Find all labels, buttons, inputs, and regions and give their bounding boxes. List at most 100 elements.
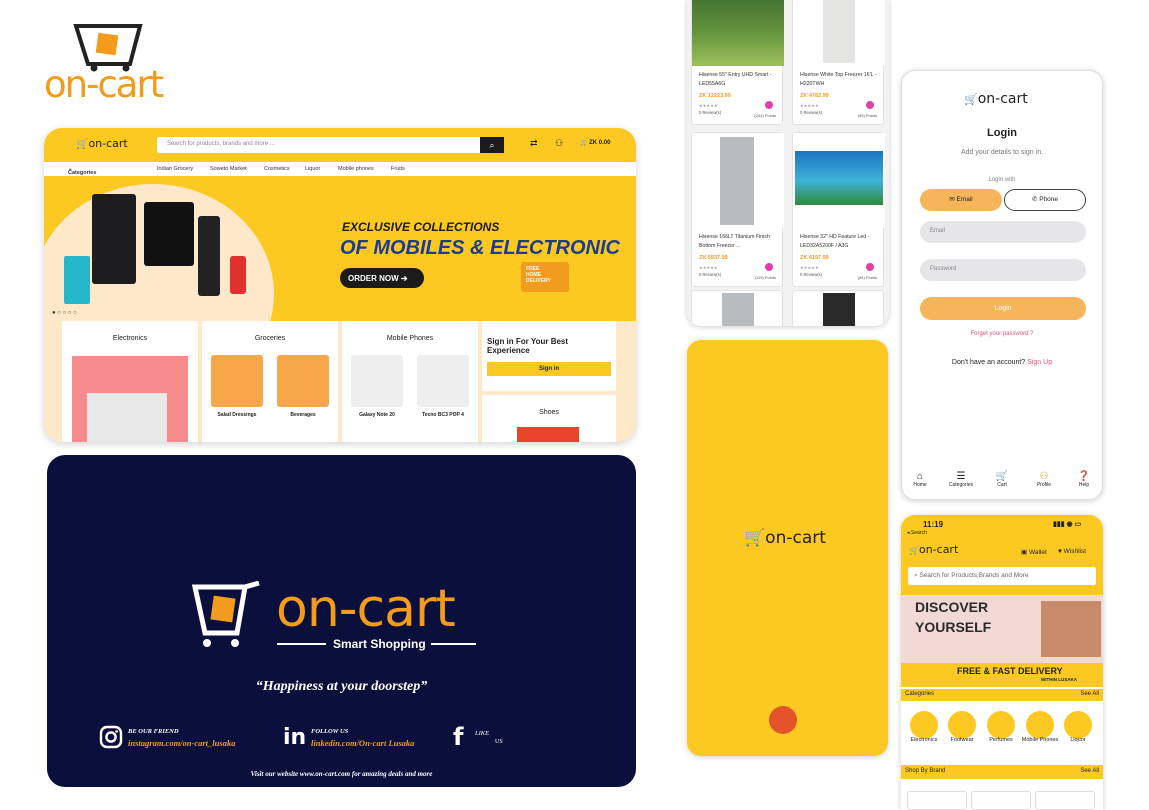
facebook-sub: US	[495, 739, 503, 745]
tile-title: Mobile Phones	[386, 335, 434, 342]
tile-title: Groceries	[254, 335, 286, 342]
search-icon: ⌕	[914, 572, 918, 579]
category-label: Footwear	[950, 737, 974, 743]
wallet-button[interactable]: ▣ Wallet	[1021, 548, 1047, 556]
search-icon[interactable]: ⌕	[480, 137, 504, 153]
brand-header: Shop By Brand See All	[901, 765, 1103, 779]
signup-row: Don't have an account? Sign Up	[902, 359, 1102, 366]
category-liquor-icon[interactable]	[1064, 711, 1092, 739]
home-phone: 11:19 ▮▮▮ ◉ ▭ ◂ Search 🛒on-cart ▣ Wallet…	[901, 515, 1103, 810]
product-name: Hisense 166LT Titanium Finish Bottom Fre…	[699, 234, 770, 249]
tile-title: Electronics	[112, 335, 148, 342]
email-tab[interactable]: ✉ Email	[920, 189, 1002, 211]
product-card[interactable]: Hisense White Top Freezer 16'L - H220TWH…	[792, 0, 885, 125]
footer-quote: “Happiness at your doorstep”	[255, 679, 428, 694]
user-icon[interactable]: ⚇	[555, 138, 563, 149]
cart-button[interactable]: 🛒 ZK 0.00	[580, 139, 610, 146]
password-field[interactable]: Password	[920, 259, 1086, 281]
product-card[interactable]	[792, 290, 884, 326]
product-reviews: 0 Review(s)	[699, 110, 722, 115]
cart-icon: 🛒	[909, 546, 919, 555]
brand-logo-tile[interactable]	[907, 791, 967, 810]
wishlist-button[interactable]: ♥ Wishlist	[1058, 548, 1086, 555]
phone-tab[interactable]: ✆ Phone	[1004, 189, 1086, 211]
login-logo: 🛒on-cart	[964, 91, 1028, 107]
facebook-title: LIKE	[475, 730, 490, 737]
product-rating: ★★★★★	[699, 103, 718, 108]
web-search-input[interactable]: Search for products, brands and more ...…	[157, 137, 504, 153]
product-price: ZK 12223.99	[699, 93, 731, 99]
footer-website[interactable]: Visit our website www.on-cart.com for am…	[47, 770, 636, 778]
heart-icon: ♥	[1058, 548, 1062, 555]
product-reviews: 0 Review(s)	[800, 110, 823, 115]
carousel-dots[interactable]: ● ○ ○ ○ ○	[52, 310, 77, 316]
see-all-link[interactable]: See All	[1080, 691, 1099, 697]
product-reviews: 0 Review(s)	[699, 272, 722, 277]
tab-cart[interactable]: 🛒 Cart	[992, 471, 1012, 488]
bottom-tab-bar: ⌂ Home ☰ Categories 🛒 Cart ⚇ Profile ❓ Help	[902, 469, 1102, 499]
status-time: 11:19	[923, 520, 944, 529]
web-header: 🛒on-cart Search for products, brands and…	[44, 128, 636, 162]
hero-line1: EXCLUSIVE COLLECTIONS	[342, 220, 500, 234]
facebook-icon: f	[453, 723, 464, 751]
email-field[interactable]: Email	[920, 221, 1086, 243]
login-button[interactable]: Login	[920, 297, 1086, 320]
tile-mobile-phones[interactable]: Mobile Phones Galaxy Note 20 Tecno BC3 P…	[342, 321, 478, 442]
tab-home[interactable]: ⌂ Home	[910, 471, 930, 488]
forgot-password-link[interactable]: Forget your password ?	[902, 331, 1102, 337]
product-price: ZK 4197.99	[800, 255, 829, 261]
nav-soweto-market[interactable]: Soweto Market	[210, 166, 247, 172]
speaker-image	[198, 216, 220, 296]
list-icon: ☰	[956, 471, 966, 482]
tab-profile[interactable]: ⚇ Profile	[1032, 471, 1056, 488]
tile-groceries[interactable]: Groceries Salad Dressings Beverages	[202, 321, 338, 442]
brand-logo-tile[interactable]	[971, 791, 1031, 810]
order-now-button[interactable]: ORDER NOW ➔	[340, 268, 424, 288]
category-mobile-icon[interactable]	[1026, 711, 1054, 739]
tab-categories[interactable]: ☰ Categories	[947, 471, 975, 488]
product-image	[793, 0, 885, 66]
tagline-line	[277, 643, 326, 645]
delivery-subtext: WITHIN LUSAKA	[1041, 677, 1077, 682]
galaxy-note-image	[351, 355, 403, 407]
nav-indian-grocery[interactable]: Indian Grocery	[157, 166, 193, 172]
signin-button[interactable]: Sign in	[487, 362, 611, 376]
compare-icon[interactable]: ⇄	[530, 138, 538, 149]
product-card[interactable]: Hisense 166LT Titanium Finish Bottom Fre…	[691, 132, 784, 287]
discover-banner[interactable]: DISCOVER YOURSELF	[901, 595, 1103, 663]
back-search-link[interactable]: ◂ Search	[907, 530, 927, 536]
brand-logo-tile[interactable]	[1035, 791, 1095, 810]
delivery-scooter-icon	[769, 706, 797, 734]
product-list-phone: Hisense 55" Entry UHD Smart - LED55A6G Z…	[687, 0, 889, 326]
see-all-link[interactable]: See All	[1080, 768, 1099, 774]
home-search-input[interactable]: ⌕ Search for Products,Brands and More	[908, 567, 1096, 585]
nav-cosmetics[interactable]: Cosmetics	[264, 166, 290, 172]
web-logo[interactable]: 🛒on-cart	[76, 137, 128, 150]
instagram-link[interactable]: BE OUR FRIEND instagram.com/on-cart_lusa…	[99, 725, 269, 751]
nav-fruits[interactable]: Fruits	[391, 166, 405, 172]
product-card[interactable]	[691, 290, 783, 326]
product-card[interactable]: Hisense 55" Entry UHD Smart - LED55A6G Z…	[691, 0, 784, 125]
facebook-link[interactable]: f LIKE US	[453, 723, 513, 751]
login-phone: 🛒on-cart Login Add your details to sign …	[901, 70, 1103, 500]
linkedin-link[interactable]: in FOLLOW US linkedin.com/On-cart Lusaka	[283, 725, 433, 751]
shoe-image	[517, 427, 579, 442]
free-delivery-badge: FREE HOME DELIVERY	[526, 266, 551, 284]
main-logo: on-cart	[44, 22, 179, 106]
instagram-handle: instagram.com/on-cart_lusaka	[128, 738, 236, 748]
category-electronics-icon[interactable]	[910, 711, 938, 739]
tile-shoes[interactable]: Shoes	[482, 395, 616, 442]
category-footwear-icon[interactable]	[948, 711, 976, 739]
signup-link[interactable]: Sign Up	[1027, 359, 1052, 366]
hero-banner[interactable]: ● ○ ○ ○ ○ EXCLUSIVE COLLECTIONS OF MOBIL…	[44, 176, 636, 321]
home-logo: 🛒on-cart	[909, 543, 959, 556]
product-card[interactable]: Hisense 32" HD Feature Led - LED32A5200F…	[792, 132, 885, 287]
nav-mobile-phones[interactable]: Mobile phones	[338, 166, 374, 172]
nav-liquor[interactable]: Liquor	[305, 166, 320, 172]
categories-menu[interactable]: Categories ⌄	[68, 166, 96, 176]
tab-help[interactable]: ❓ Help	[1074, 471, 1094, 488]
tile-electronics[interactable]: Electronics	[62, 321, 198, 442]
home-icon: ⌂	[916, 471, 924, 482]
website-preview: 🛒on-cart Search for products, brands and…	[44, 128, 636, 442]
category-perfumes-icon[interactable]	[987, 711, 1015, 739]
